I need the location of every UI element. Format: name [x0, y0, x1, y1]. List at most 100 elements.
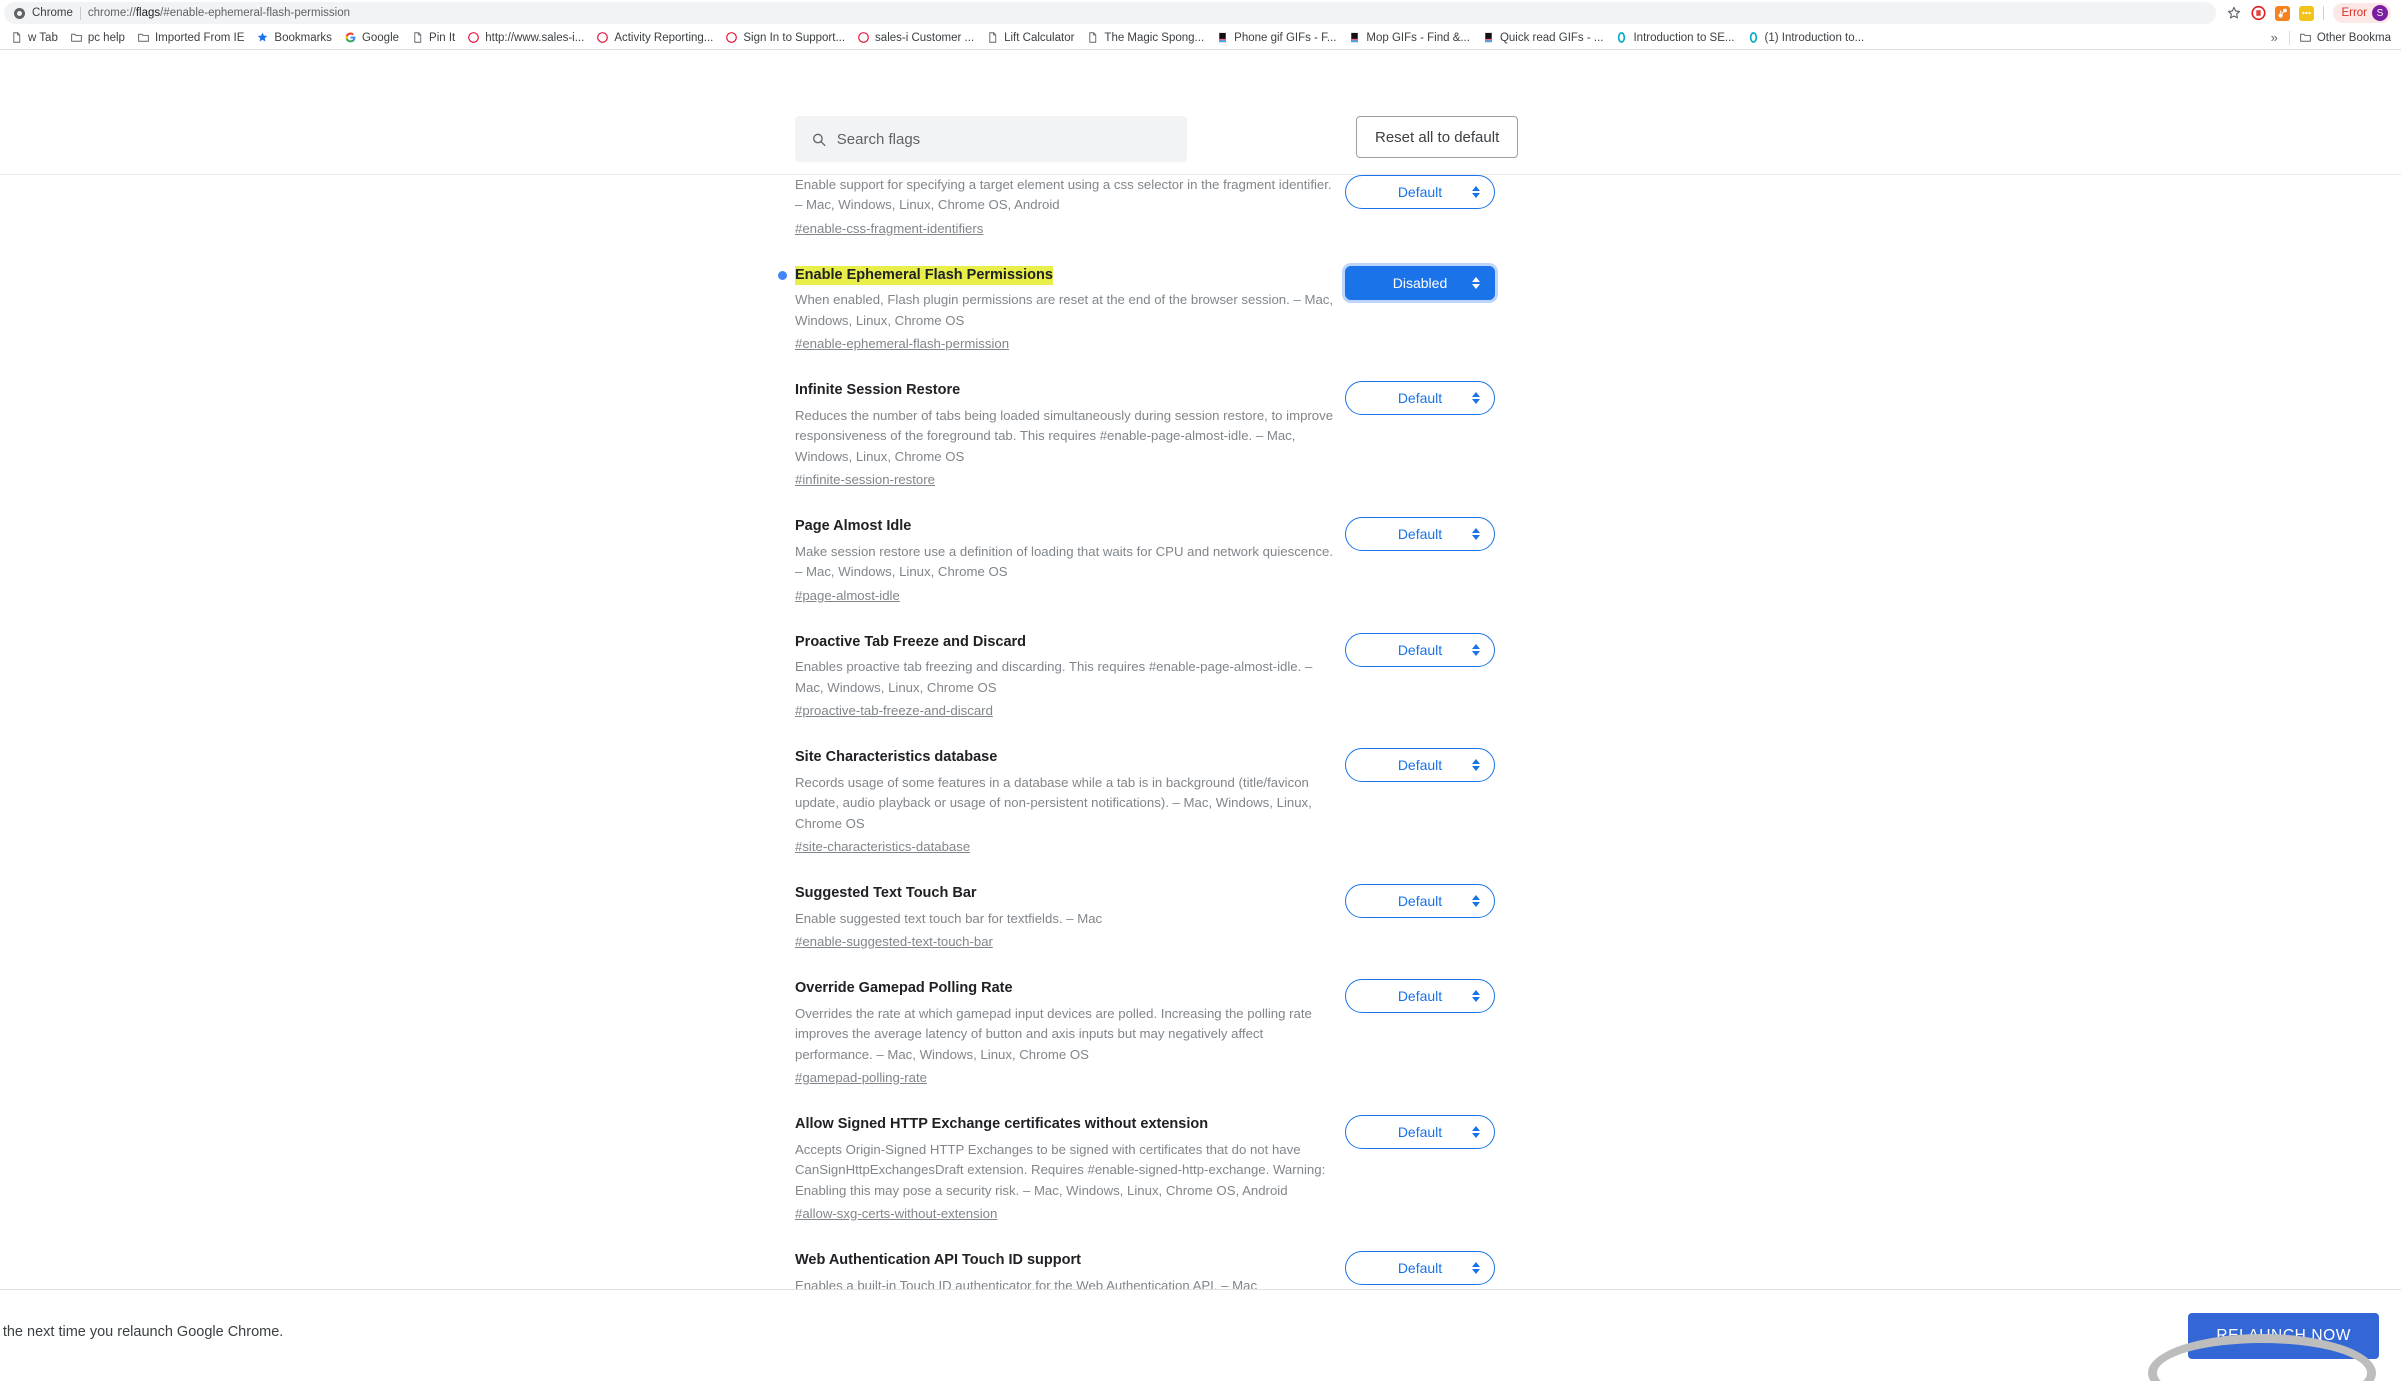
flag-state-select[interactable]: Default	[1345, 517, 1495, 552]
flag-anchor-link[interactable]: #allow-sxg-certs-without-extension	[795, 1206, 997, 1221]
flag-state-value: Default	[1397, 988, 1443, 1005]
bookmark-label: Phone gif GIFs - F...	[1234, 31, 1337, 44]
flag-select-wrap: Default	[1345, 517, 1495, 552]
flag-anchor-link[interactable]: #infinite-session-restore	[795, 472, 935, 487]
address-bar[interactable]: Chrome chrome://flags/#enable-ephemeral-…	[4, 2, 2217, 24]
flag-description: Records usage of some features in a data…	[795, 774, 1312, 831]
flag-inner: Allow Signed HTTP Exchange certificates …	[795, 1115, 1495, 1223]
search-input[interactable]	[836, 130, 1171, 148]
folder-icon	[70, 33, 82, 42]
profile-error-chip[interactable]: Error S	[2333, 3, 2391, 23]
relaunch-note: will take effect the next time you relau…	[0, 1324, 284, 1340]
flag-inner: Override Gamepad Polling Rate Overrides t…	[795, 979, 1495, 1087]
flag-state-value: Default	[1397, 526, 1443, 543]
flag-description: Enable support for specifying a target e…	[795, 177, 1332, 213]
flag-anchor-link[interactable]: #enable-ephemeral-flash-permission	[795, 336, 1009, 351]
flag-row: Infinite Session Restore Reduces the numb…	[795, 367, 1495, 503]
flag-state-select[interactable]: Default	[1345, 175, 1495, 209]
flag-anchor-link[interactable]: #proactive-tab-freeze-and-discard	[795, 703, 993, 718]
bookmarks-bar: w Tab pc help Imported From IE Bookmarks Goo…	[0, 26, 2401, 50]
bookmark-item[interactable]: pc help	[64, 29, 131, 46]
flag-bullet-icon	[778, 270, 787, 280]
bookmarks-overflow-button[interactable]: »	[2263, 30, 2286, 45]
flag-title: Suggested Text Touch Bar	[795, 885, 977, 902]
toolbar-actions: Error S	[2216, 3, 2397, 23]
flag-inner: Site Characteristics database Records usa…	[795, 748, 1495, 856]
bookmark-item[interactable]: w Tab	[4, 29, 64, 46]
flag-state-value: Default	[1397, 641, 1443, 658]
bookmark-item[interactable]: (1) Introduction to...	[1741, 29, 1871, 46]
flag-anchor-link[interactable]: #gamepad-polling-rate	[795, 1070, 927, 1085]
bookmark-item[interactable]: Quick read GIFs - ...	[1476, 29, 1610, 46]
ring-icon	[1618, 32, 1626, 43]
target-icon	[468, 32, 480, 43]
bookmark-item[interactable]: sales-i Customer ...	[851, 29, 980, 46]
bookmark-item[interactable]: Lift Calculator	[980, 29, 1080, 46]
gif-icon	[1219, 32, 1226, 43]
flags-list[interactable]: Enable support for specifying a target e…	[0, 175, 2401, 1342]
bookmark-label: Bookmarks	[274, 31, 332, 44]
flag-row: Enable support for specifying a target e…	[795, 175, 1495, 252]
bookmark-star-icon[interactable]	[2226, 5, 2242, 21]
flag-inner: Enable support for specifying a target e…	[795, 175, 1495, 238]
hubspot-extension-icon[interactable]	[2275, 5, 2291, 21]
page-icon	[414, 32, 422, 43]
flag-state-select[interactable]: Disabled	[1345, 265, 1495, 300]
stepper-arrows-icon	[1472, 1126, 1480, 1139]
flag-anchor-link[interactable]: #site-characteristics-database	[795, 839, 970, 854]
flag-state-value: Default	[1397, 1124, 1443, 1141]
flag-inner: Page Almost Idle Make session restore use…	[795, 517, 1495, 604]
flag-select-wrap: Disabled	[1345, 265, 1495, 300]
bookmark-item[interactable]: http://www.sales-i...	[461, 29, 590, 46]
chrome-logo-icon	[14, 7, 25, 19]
bookmark-item[interactable]: Phone gif GIFs - F...	[1210, 29, 1342, 46]
stepper-arrows-icon	[1472, 759, 1480, 772]
flag-state-value: Default	[1397, 390, 1443, 407]
bookmark-label: Pin It	[429, 31, 456, 44]
target-icon	[726, 32, 738, 43]
bookmark-label: Lift Calculator	[1004, 31, 1075, 44]
bookmark-item[interactable]: Bookmarks	[250, 29, 338, 46]
other-bookmarks-folder[interactable]: Other Bookma	[2293, 29, 2397, 46]
bookmark-item[interactable]: Activity Reporting...	[590, 29, 719, 46]
flag-state-value: Default	[1397, 184, 1443, 200]
flag-anchor-link[interactable]: #enable-suggested-text-touch-bar	[795, 934, 993, 949]
bookmark-item[interactable]: Mop GIFs - Find &...	[1342, 29, 1476, 46]
flag-state-select[interactable]: Default	[1345, 632, 1495, 667]
flag-text: Enable Ephemeral Flash Permissions When e…	[778, 265, 1335, 353]
flag-text: Proactive Tab Freeze and Discard Enables …	[795, 633, 1335, 720]
flag-anchor-link[interactable]: #page-almost-idle	[795, 588, 900, 603]
target-icon	[597, 32, 609, 43]
flag-row: Proactive Tab Freeze and Discard Enables …	[795, 619, 1495, 734]
bookmark-label: The Magic Spong...	[1104, 31, 1205, 44]
flag-state-select[interactable]: Default	[1345, 748, 1495, 783]
bookmark-item[interactable]: Imported From IE	[131, 29, 250, 46]
page-icon	[1089, 32, 1097, 43]
flag-inner: Proactive Tab Freeze and Discard Enables …	[795, 632, 1495, 720]
bookmark-item[interactable]: Google	[338, 29, 405, 46]
flag-anchor-link[interactable]: #enable-css-fragment-identifiers	[795, 221, 983, 236]
flag-inner: Enable Ephemeral Flash Permissions When e…	[778, 265, 1495, 353]
flag-text: Page Almost Idle Make session restore use…	[795, 517, 1335, 604]
flag-text: Override Gamepad Polling Rate Overrides t…	[795, 979, 1335, 1087]
flag-state-select[interactable]: Default	[1345, 1251, 1495, 1286]
flag-state-select[interactable]: Default	[1345, 381, 1495, 416]
bookmark-item[interactable]: Introduction to SE...	[1609, 29, 1740, 46]
bookmark-item[interactable]: Pin It	[405, 29, 461, 46]
bookmark-item[interactable]: The Magic Spong...	[1080, 29, 1210, 46]
notes-extension-icon[interactable]	[2299, 5, 2315, 21]
relaunch-now-button[interactable]: RELAUNCH NOW	[2188, 1313, 2379, 1359]
flag-state-select[interactable]: Default	[1345, 884, 1495, 919]
adblock-extension-icon[interactable]	[2251, 5, 2267, 21]
avatar: S	[2372, 5, 2388, 21]
stepper-arrows-icon	[1472, 1262, 1480, 1275]
flag-select-wrap: Default	[1345, 381, 1495, 416]
bookmark-label: Activity Reporting...	[614, 31, 714, 44]
reset-all-to-default-button[interactable]: Reset all to default	[1356, 116, 1519, 158]
stepper-arrows-icon	[1472, 990, 1480, 1003]
search-box[interactable]	[795, 116, 1187, 162]
bookmark-item[interactable]: Sign In to Support...	[719, 29, 851, 46]
flag-state-select[interactable]: Default	[1345, 979, 1495, 1014]
flag-select-wrap: Default	[1345, 632, 1495, 667]
flag-state-select[interactable]: Default	[1345, 1115, 1495, 1150]
